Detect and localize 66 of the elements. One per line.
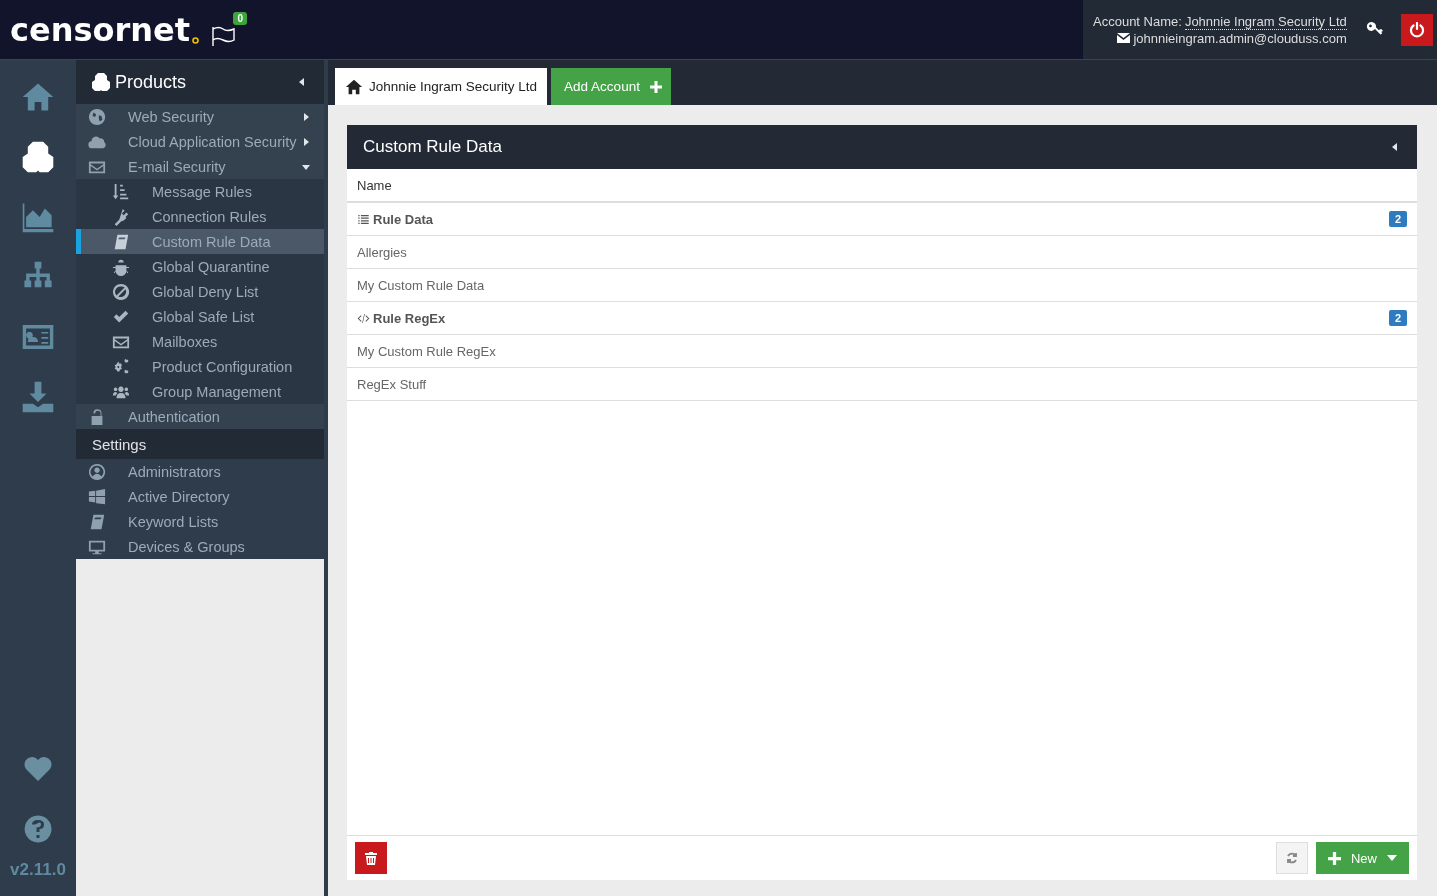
book-icon (112, 232, 130, 251)
envelope-icon (1117, 33, 1131, 43)
caret-icon (298, 78, 306, 86)
heart-icon (23, 754, 53, 784)
power-icon (1408, 21, 1425, 38)
notification-count: 0 (233, 11, 248, 25)
account-name-link[interactable]: Johnnie Ingram Security Ltd (1184, 13, 1347, 30)
add-account-button[interactable]: Add Account (551, 68, 671, 105)
bug-icon (112, 257, 130, 276)
code-icon (357, 311, 370, 325)
panel-title: Custom Rule Data (363, 137, 502, 157)
table-cell[interactable]: RegEx Stuff (357, 376, 427, 392)
caret-icon (302, 137, 310, 146)
sidebar-item[interactable]: Cloud Application Security (76, 129, 324, 154)
count-badge: 2 (1388, 310, 1407, 326)
settings-header: Settings (76, 429, 324, 459)
globe-icon (88, 107, 106, 126)
refresh-icon (1286, 852, 1298, 864)
products-header[interactable]: Products (76, 60, 324, 104)
sidebar-subitem[interactable]: Global Safe List (76, 304, 324, 329)
area-chart-icon (21, 200, 55, 234)
sort-icon (112, 182, 130, 201)
account-label: Account Name: (1093, 14, 1182, 29)
caret-icon (302, 162, 310, 171)
sidebar-subitem[interactable]: Global Deny List (76, 279, 324, 304)
logout-button[interactable] (1400, 13, 1433, 46)
caret-icon (302, 112, 310, 121)
caret-icon (1391, 143, 1399, 151)
windows-icon (88, 487, 106, 506)
table-cell[interactable]: My Custom Rule RegEx (357, 343, 496, 359)
count-badge: 2 (1388, 211, 1407, 227)
trash-icon (365, 851, 377, 865)
caret-icon (1387, 855, 1397, 861)
download-icon (21, 380, 55, 414)
column-header: Name (347, 169, 1417, 203)
table-cell[interactable]: My Custom Rule Data (357, 277, 485, 293)
group-title: Rule RegEx (373, 310, 446, 326)
plus-icon (649, 80, 662, 93)
delete-button[interactable] (355, 842, 387, 874)
logo-dot-icon (192, 37, 200, 44)
sidebar-subitem[interactable]: Custom Rule Data (76, 229, 324, 254)
account-tab[interactable]: Johnnie Ingram Security Ltd (335, 68, 548, 105)
book-icon (88, 512, 106, 531)
group-title: Rule Data (373, 211, 433, 227)
sidebar-item[interactable]: Web Security (76, 104, 324, 129)
account-email: johnnieingram.admin@clouduss.com (1133, 30, 1347, 46)
table-cell[interactable]: Allergies (357, 244, 407, 260)
refresh-button[interactable] (1276, 842, 1308, 874)
sidebar-subitem[interactable]: Mailboxes (76, 329, 324, 354)
plus-icon (1328, 851, 1341, 865)
home-icon (345, 77, 363, 96)
ban-icon (112, 282, 130, 301)
sidebar-subitem[interactable]: Message Rules (76, 179, 324, 204)
new-button[interactable]: New (1316, 842, 1409, 874)
sidebar-subitem[interactable]: Connection Rules (76, 204, 324, 229)
plug-icon (112, 207, 130, 226)
logo-text: censornet (10, 13, 191, 46)
sidebar-item[interactable]: Authentication (76, 404, 324, 429)
version-label: v2.11.0 (10, 860, 66, 880)
sidebar-subitem[interactable]: Global Quarantine (76, 254, 324, 279)
help-icon (23, 814, 53, 844)
notifications-button[interactable]: 0 (211, 11, 248, 50)
sidebar-item[interactable]: E-mail Security (76, 154, 324, 179)
sidebar-subitem[interactable]: Group Management (76, 379, 324, 404)
list-icon (357, 212, 370, 226)
sidebar-subitem[interactable]: Product Configuration (76, 354, 324, 379)
